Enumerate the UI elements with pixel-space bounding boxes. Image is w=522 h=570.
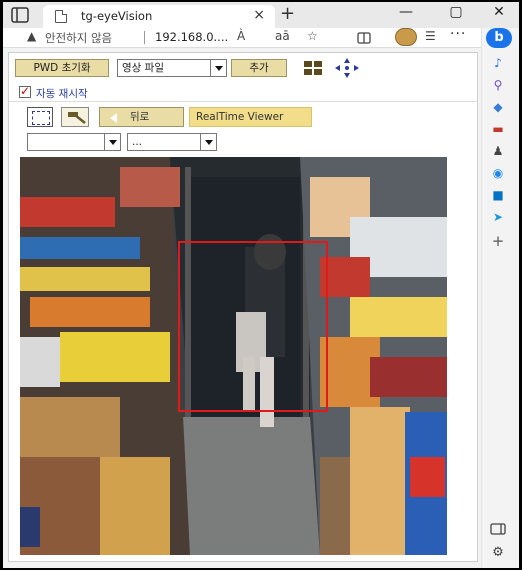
camera-select[interactable]: [27, 133, 121, 151]
tag-icon[interactable]: ◆: [489, 98, 507, 116]
profile-avatar[interactable]: [395, 28, 417, 46]
search-icon[interactable]: ⚲: [489, 76, 507, 94]
move-arrows-icon[interactable]: [335, 58, 359, 78]
web-page: PWD 초기화 영상 파일 추가 자동 재시작: [8, 52, 478, 562]
tab-strip: tg-eyeVision × + — ▢ ✕: [3, 2, 519, 28]
source-select-value: 영상 파일: [122, 62, 164, 74]
cctv-video-view[interactable]: [20, 157, 447, 555]
chevron-down-icon: [104, 134, 120, 150]
tab-title: tg-eyeVision: [81, 9, 153, 23]
add-button[interactable]: 추가: [231, 59, 287, 77]
screen: tg-eyeVision × + — ▢ ✕ ▲ 안전하지 않음 192.168…: [0, 0, 522, 570]
people-icon[interactable]: ♟: [489, 142, 507, 160]
chevron-down-icon: [210, 60, 226, 76]
back-button-label: 뒤로: [130, 111, 150, 123]
close-tab-button[interactable]: ×: [253, 7, 265, 23]
url-text[interactable]: 192.168.0....: [155, 30, 228, 44]
address-bar: ▲ 안전하지 않음 192.168.0.... À aā ☆ ☰ ···: [3, 26, 519, 48]
more-menu-icon[interactable]: ···: [450, 26, 466, 42]
translate-icon[interactable]: aā: [275, 29, 290, 43]
maximize-button[interactable]: ▢: [441, 4, 471, 20]
hammer-icon: [68, 112, 86, 124]
back-arrow-icon: [110, 113, 117, 123]
realtime-viewer-button[interactable]: RealTime Viewer: [189, 107, 312, 127]
grid-layout-icon[interactable]: [304, 61, 322, 75]
tab-actions-icon[interactable]: [11, 7, 29, 23]
bell-icon[interactable]: ♪: [489, 54, 507, 72]
new-tab-button[interactable]: +: [280, 3, 295, 24]
settings-gear-icon[interactable]: ⚙: [489, 544, 507, 562]
toolbox-icon[interactable]: ▬: [489, 120, 507, 138]
browser-window: tg-eyeVision × + — ▢ ✕ ▲ 안전하지 않음 192.168…: [3, 2, 519, 568]
source-select[interactable]: 영상 파일: [117, 59, 227, 77]
office-icon[interactable]: ◉: [489, 164, 507, 182]
security-label[interactable]: 안전하지 않음: [45, 30, 112, 46]
toolbar-divider: [9, 101, 477, 102]
chevron-down-icon: [200, 134, 216, 150]
option-select-value: ...: [132, 136, 143, 148]
detection-box: [178, 241, 328, 412]
close-window-button[interactable]: ✕: [484, 4, 514, 20]
minimize-button[interactable]: —: [391, 4, 421, 20]
option-select[interactable]: ...: [127, 133, 217, 151]
auto-restart-label: 자동 재시작: [36, 88, 88, 100]
pwd-reset-button[interactable]: PWD 초기화: [15, 59, 109, 77]
split-screen-icon[interactable]: [357, 32, 371, 44]
favorite-star-icon[interactable]: ☆: [307, 29, 318, 43]
outlook-icon[interactable]: ■: [489, 186, 507, 204]
read-aloud-icon[interactable]: À: [237, 29, 245, 43]
region-select-button[interactable]: [27, 107, 53, 127]
hammer-tool-button[interactable]: [61, 107, 89, 127]
send-icon[interactable]: ➤: [489, 208, 507, 226]
auto-restart-checkbox[interactable]: [19, 84, 31, 98]
copilot-icon[interactable]: b: [486, 28, 512, 48]
page-icon: [55, 10, 67, 23]
back-button[interactable]: 뒤로: [99, 107, 184, 127]
warning-icon[interactable]: ▲: [27, 29, 36, 43]
add-sidebar-icon[interactable]: +: [489, 232, 507, 250]
address-divider: [144, 31, 145, 44]
sidebar-layout-icon[interactable]: [489, 520, 507, 538]
browser-tab[interactable]: tg-eyeVision ×: [43, 5, 275, 28]
favorites-icon[interactable]: ☰: [425, 29, 436, 43]
